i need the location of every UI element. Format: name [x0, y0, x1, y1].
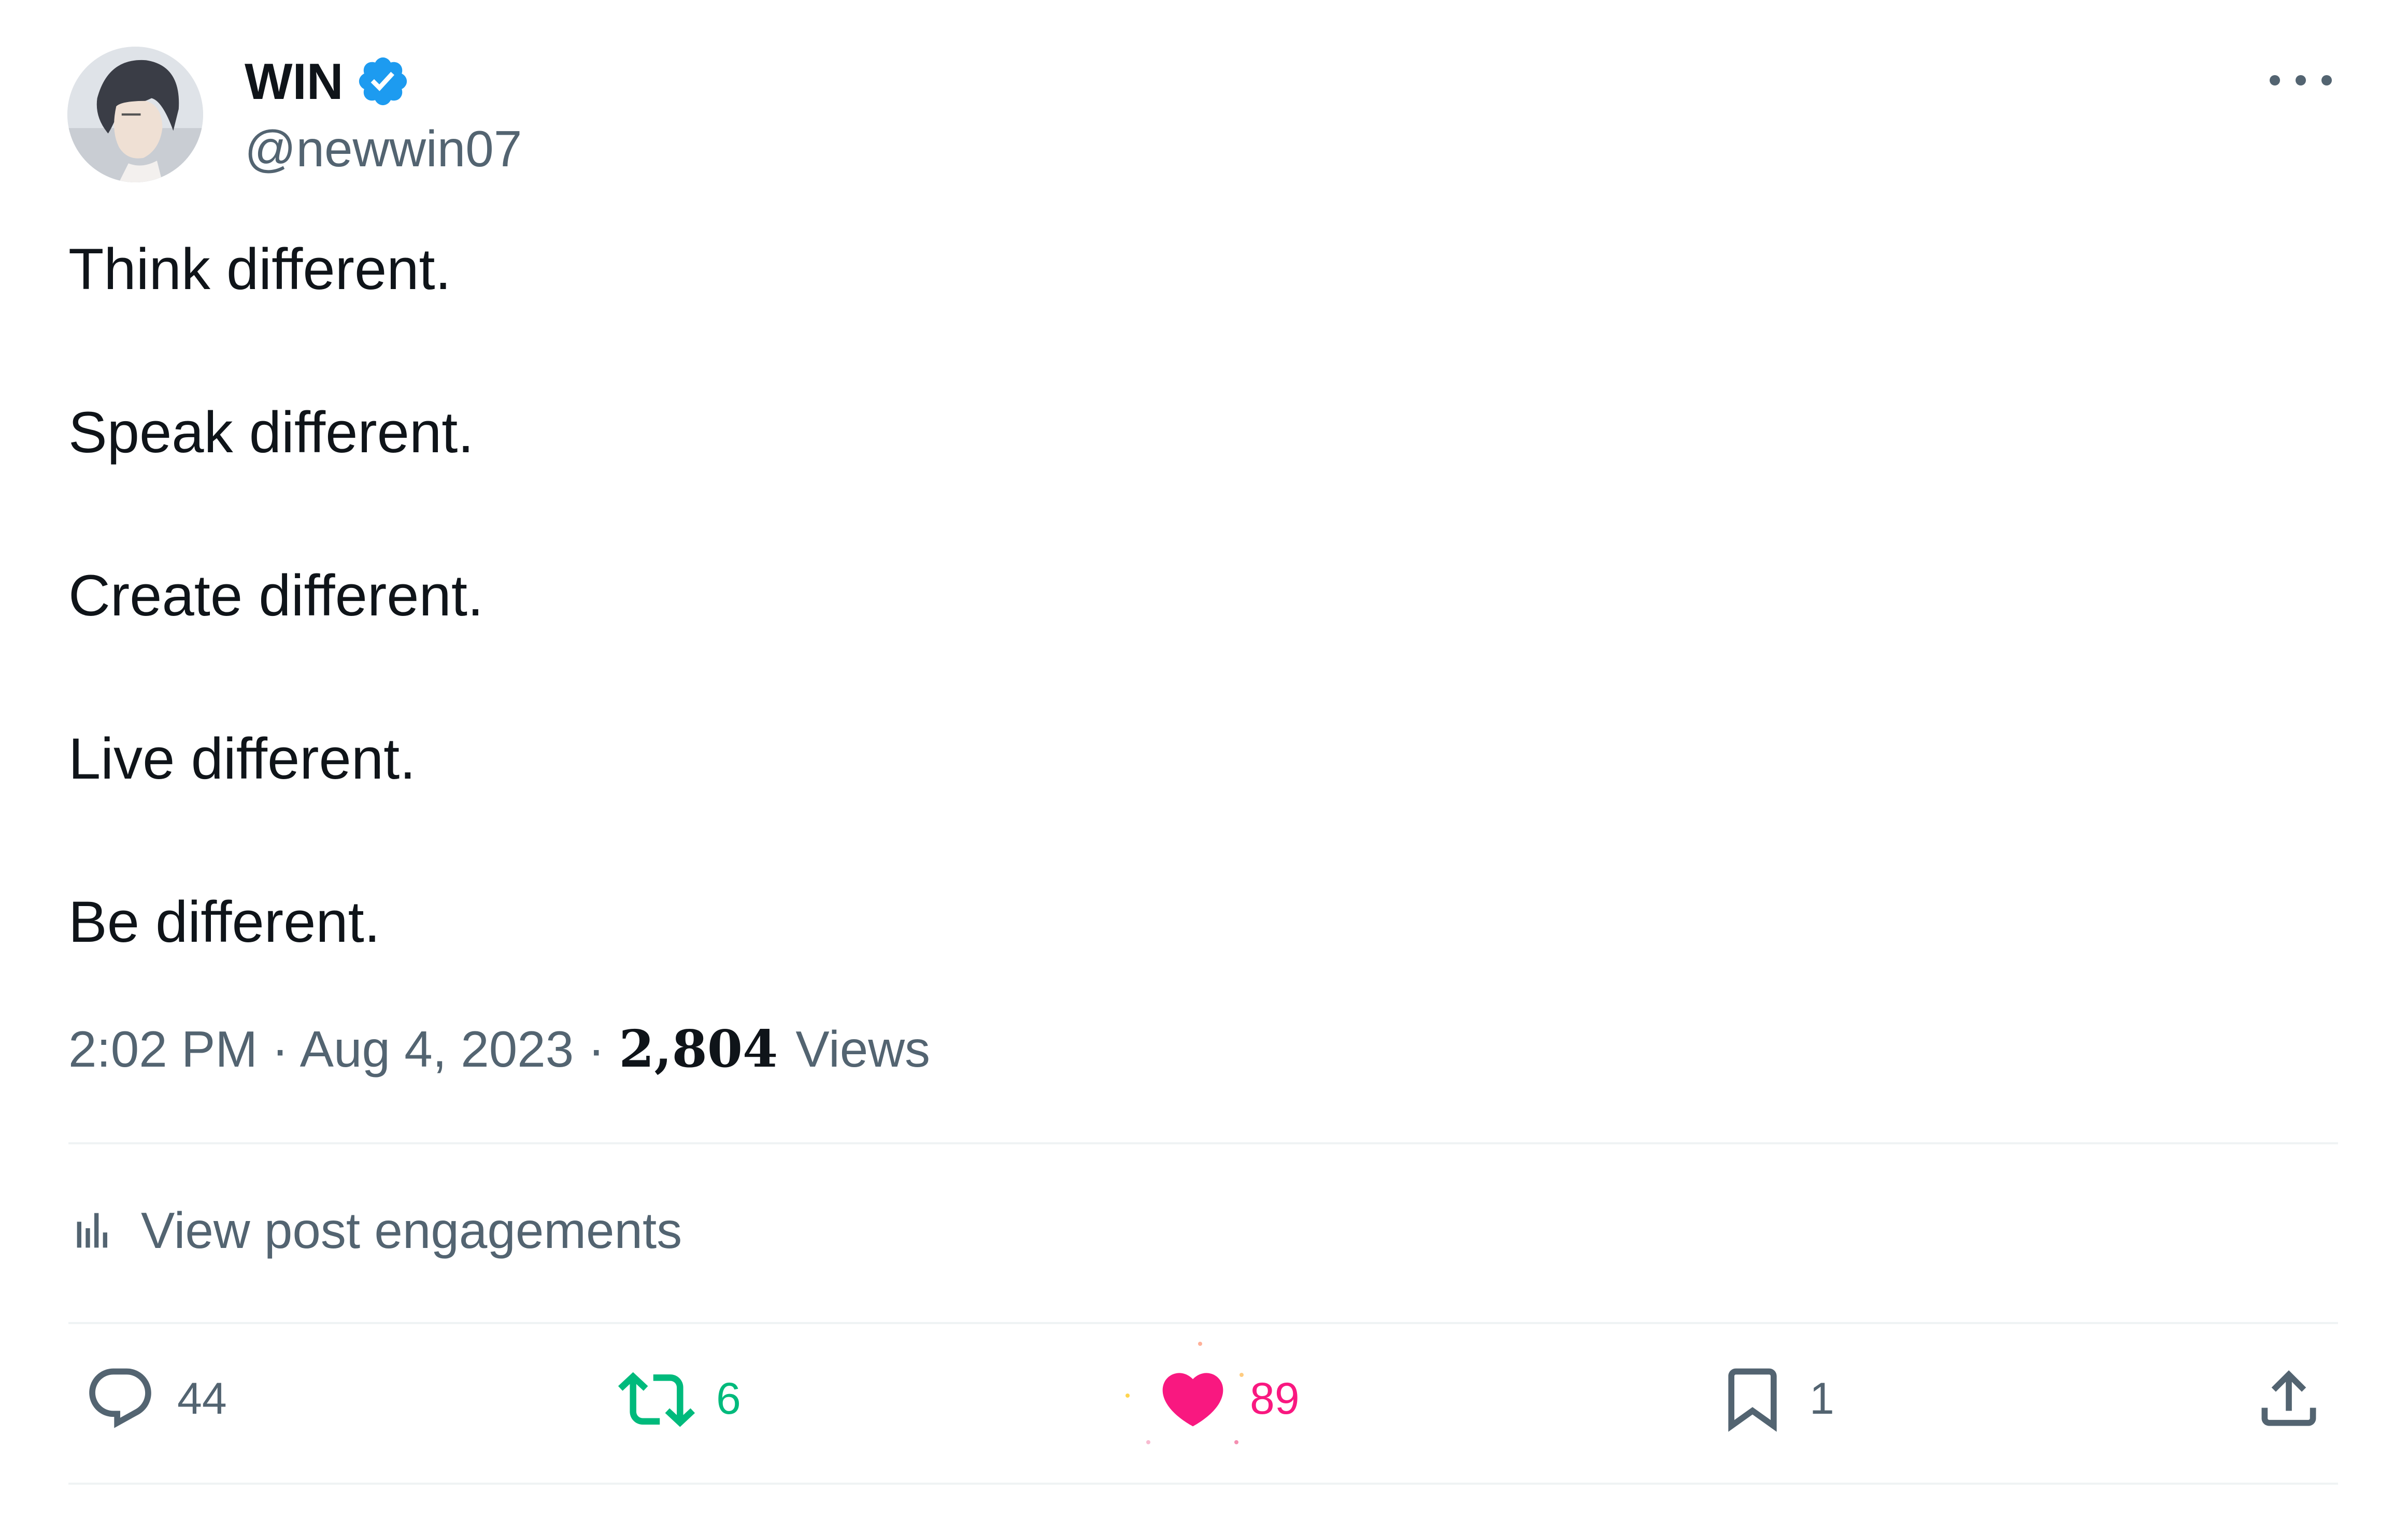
- meta-separator: ·: [588, 1021, 619, 1078]
- like-sparkle: [1146, 1440, 1150, 1444]
- user-avatar-photo: [67, 47, 203, 182]
- post-line: Live different.: [68, 726, 416, 791]
- view-engagements-link[interactable]: View post engagements: [68, 1197, 682, 1264]
- action-bar: 44 6 89 1: [68, 1342, 2338, 1444]
- meta-separator: ·: [272, 1021, 300, 1078]
- views-count: 2,804: [619, 1020, 796, 1079]
- divider: [68, 1142, 2338, 1144]
- more-dot: [2296, 75, 2306, 85]
- reply-icon: [89, 1368, 151, 1428]
- reply-button[interactable]: 44: [84, 1362, 227, 1435]
- post-date[interactable]: Aug 4, 2023: [300, 1021, 574, 1078]
- like-sparkle: [1239, 1373, 1244, 1377]
- like-count: 89: [1250, 1374, 1300, 1424]
- like-sparkle: [1198, 1342, 1202, 1346]
- more-options-icon[interactable]: [2270, 57, 2332, 104]
- retweet-count: 6: [716, 1374, 741, 1424]
- like-icon-wrap: [1125, 1342, 1244, 1444]
- bookmark-icon: [1728, 1368, 1777, 1432]
- share-button[interactable]: [2253, 1362, 2325, 1435]
- tweet-card: WIN @newwin07 Think different. Speak dif…: [0, 0, 2408, 1522]
- more-dot: [2270, 75, 2280, 85]
- post-line: Think different.: [68, 237, 451, 301]
- share-icon: [2261, 1370, 2316, 1426]
- views-label: Views: [795, 1021, 931, 1078]
- verified-badge-icon[interactable]: [355, 53, 411, 109]
- retweet-button[interactable]: 6: [618, 1362, 741, 1435]
- bar-chart-icon: [77, 1213, 107, 1248]
- reply-count: 44: [177, 1374, 227, 1424]
- like-sparkle: [1125, 1394, 1130, 1398]
- heart-icon: [1162, 1373, 1223, 1427]
- user-handle[interactable]: @newwin07: [245, 115, 522, 182]
- more-dot: [2321, 75, 2332, 85]
- post-line: Be different.: [68, 889, 380, 954]
- display-name-row[interactable]: WIN: [245, 48, 411, 115]
- post-line: Create different.: [68, 563, 484, 628]
- divider: [68, 1483, 2338, 1485]
- post-meta: 2:02 PM · Aug 4, 2023 · 2,804 Views: [68, 1015, 930, 1083]
- bookmark-count: 1: [1809, 1374, 1834, 1424]
- bookmark-button[interactable]: 1: [1716, 1362, 1834, 1435]
- view-engagements-label: View post engagements: [141, 1201, 682, 1259]
- like-sparkle: [1234, 1440, 1238, 1444]
- like-button[interactable]: 89: [1125, 1342, 1300, 1444]
- divider: [68, 1322, 2338, 1324]
- display-name[interactable]: WIN: [245, 56, 344, 107]
- avatar[interactable]: [67, 47, 203, 182]
- post-line: Speak different.: [68, 400, 474, 465]
- post-time[interactable]: 2:02 PM: [68, 1021, 258, 1078]
- post-body: Think different. Speak different. Create…: [68, 233, 2297, 958]
- retweet-icon: [618, 1372, 695, 1427]
